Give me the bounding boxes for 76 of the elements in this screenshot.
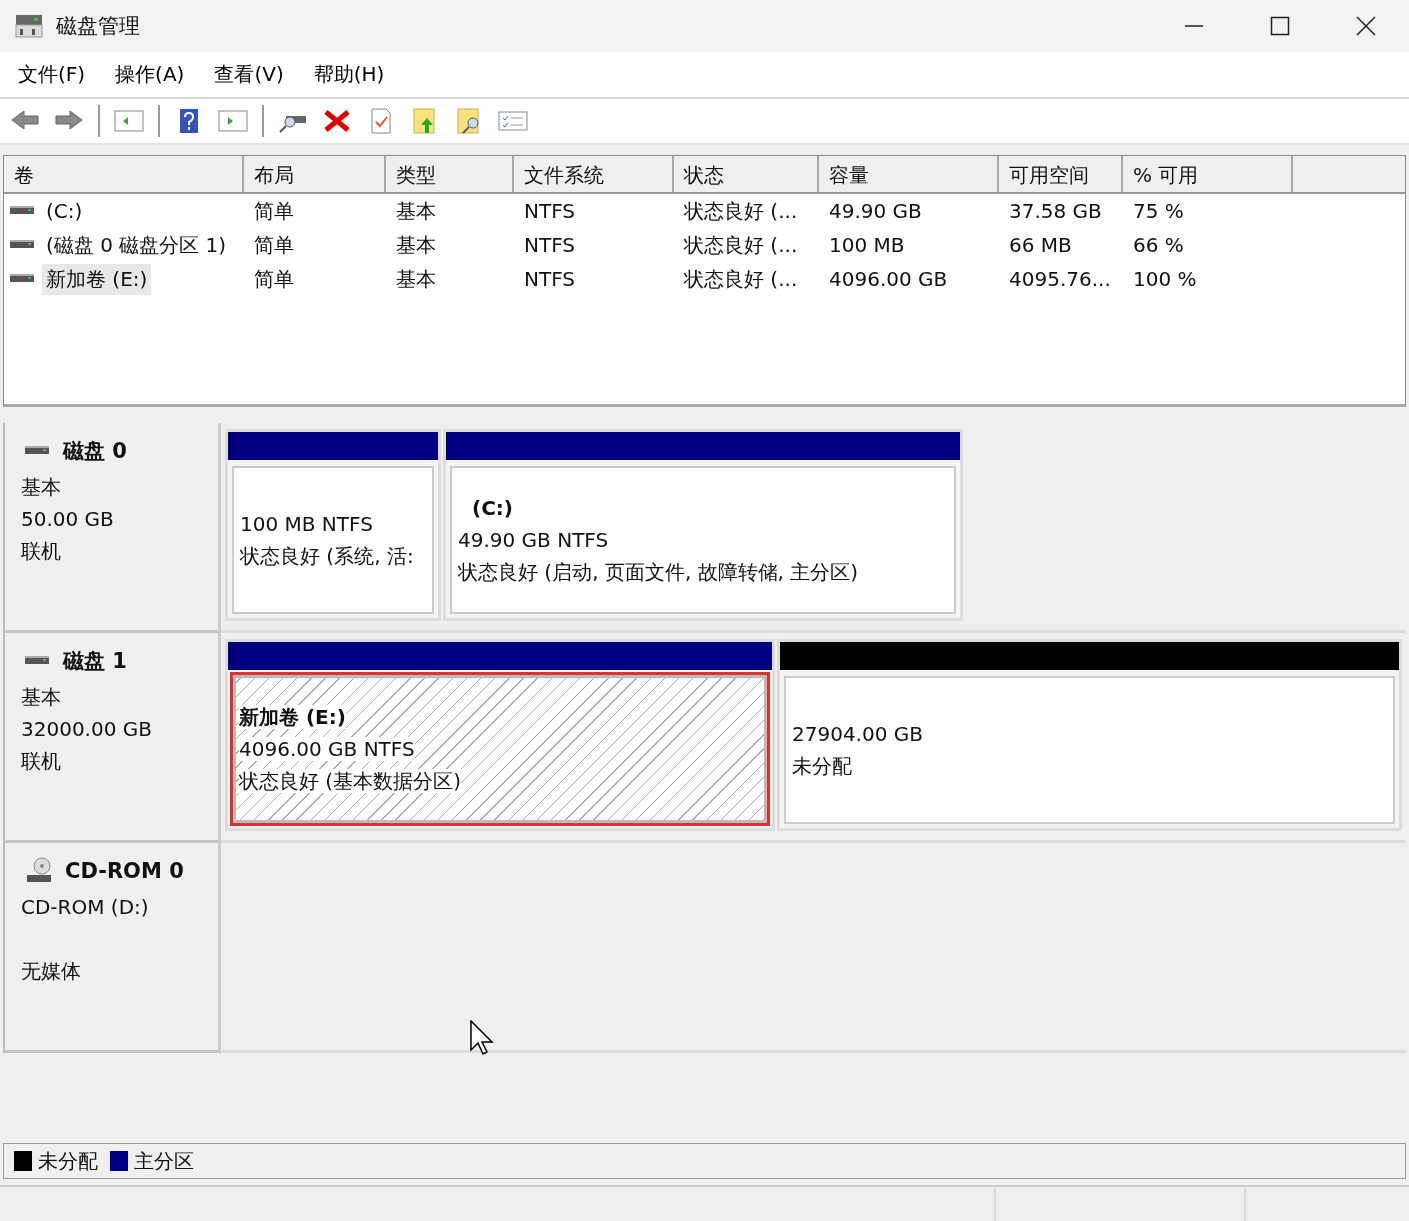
menu-item[interactable]: 帮助(H) [303, 57, 395, 92]
table-cell-text: NTFS [523, 233, 577, 257]
drive-icon [10, 239, 36, 251]
partition-status: 未分配 [792, 754, 852, 778]
partition-status: 状态良好 (系统, 活: [240, 544, 414, 568]
table-cell-text: 66 % [1132, 233, 1185, 257]
minimize-icon [1184, 25, 1204, 27]
partition-block[interactable]: 100 MB NTFS 状态良好 (系统, 活: [225, 429, 441, 621]
partition-size: 100 MB NTFS [240, 512, 373, 536]
drive-icon [10, 273, 36, 285]
close-icon [1356, 16, 1376, 36]
legend-label: 主分区 [134, 1147, 194, 1175]
disk-info-panel[interactable]: 磁盘 1 基本 32000.00 GB 联机 [5, 633, 221, 843]
partition-block[interactable]: 27904.00 GB 未分配 [777, 639, 1402, 831]
table-cell-text: 简单 [253, 197, 295, 225]
table-cell-text: 37.58 GB [1008, 199, 1103, 223]
volume-name[interactable]: (磁盘 0 磁盘分区 1) [42, 229, 231, 261]
cd-drive-icon [25, 857, 53, 885]
table-cell-text: 基本 [395, 265, 437, 293]
disk-detail: 联机 [21, 748, 62, 775]
disk-detail: 基本 [21, 474, 62, 501]
table-cell-text: 基本 [395, 231, 437, 259]
partition-size: 4096.00 GB NTFS [239, 737, 415, 761]
table-cell-text: NTFS [523, 267, 577, 291]
partition-block[interactable]: 新加卷 (E:) 4096.00 GB NTFS 状态良好 (基本数据分区) [225, 639, 775, 831]
column-header[interactable]: 类型 [386, 156, 514, 192]
partition-block[interactable]: (C:) 49.90 GB NTFS 状态良好 (启动, 页面文件, 故障转储, 主分区) [443, 429, 963, 621]
table-cell-text: 状态良好 (... [683, 265, 799, 293]
disk-detail: 32000.00 GB [21, 716, 153, 743]
partition-size: 27904.00 GB [792, 722, 923, 746]
partition-label: 新加卷 (E:) [239, 705, 346, 729]
table-cell-text: 66 MB [1008, 233, 1073, 257]
legend-label: 未分配 [38, 1147, 98, 1175]
partition-label: (C:) [472, 496, 513, 520]
disk-drive-icon [14, 13, 44, 39]
disk-info-panel[interactable]: 磁盘 0 基本 50.00 GB 联机 [5, 423, 221, 633]
column-header[interactable]: 可用空间 [999, 156, 1123, 192]
volume-name[interactable]: (C:) [42, 197, 87, 225]
disk-detail: 无媒体 [21, 958, 82, 985]
disk-name: 磁盘 1 [63, 648, 127, 675]
table-cell-text: 简单 [253, 231, 295, 259]
column-header[interactable]: 文件系统 [514, 156, 674, 192]
column-header[interactable]: 状态 [674, 156, 819, 192]
menu-item[interactable]: 文件(F) [8, 57, 96, 92]
column-header[interactable]: 布局 [244, 156, 386, 192]
table-cell-text: 49.90 GB [828, 199, 923, 223]
partition-size: 49.90 GB NTFS [458, 528, 609, 552]
disk-detail: 基本 [21, 684, 62, 711]
column-header[interactable]: % 可用 [1123, 156, 1293, 192]
table-cell-text: 100 MB [828, 233, 906, 257]
menu-item[interactable]: 操作(A) [105, 57, 195, 92]
table-cell-text: 简单 [253, 265, 295, 293]
table-cell-text: 4096.00 GB [828, 267, 949, 291]
table-cell-text: 4095.76... [1008, 267, 1112, 291]
mouse-pointer-icon [470, 1020, 496, 1056]
column-header[interactable]: 容量 [819, 156, 999, 192]
disk-info-panel[interactable]: CD-ROM 0 CD-ROM (D:) 无媒体 [5, 843, 221, 1053]
volume-name[interactable]: 新加卷 (E:) [42, 263, 152, 295]
disk-detail: 50.00 GB [21, 506, 115, 533]
table-cell-text: 状态良好 (... [683, 197, 799, 225]
table-cell-text: 100 % [1132, 267, 1198, 291]
table-cell-text: 75 % [1132, 199, 1185, 223]
menu-item[interactable]: 查看(V) [204, 57, 294, 92]
drive-icon [10, 205, 36, 217]
window-title: 磁盘管理 [56, 13, 140, 40]
partition-status: 状态良好 (启动, 页面文件, 故障转储, 主分区) [458, 560, 859, 584]
table-cell-text: 基本 [395, 197, 437, 225]
column-header[interactable]: 卷 [4, 156, 244, 192]
table-cell-text: NTFS [523, 199, 577, 223]
disk-name: 磁盘 0 [63, 438, 127, 465]
disk-detail: 联机 [21, 538, 62, 565]
table-cell-text: 状态良好 (... [683, 231, 799, 259]
maximize-icon [1270, 16, 1290, 36]
partition-status: 状态良好 (基本数据分区) [239, 769, 461, 793]
disk-detail: CD-ROM (D:) [21, 894, 150, 921]
disk-name: CD-ROM 0 [65, 859, 184, 883]
